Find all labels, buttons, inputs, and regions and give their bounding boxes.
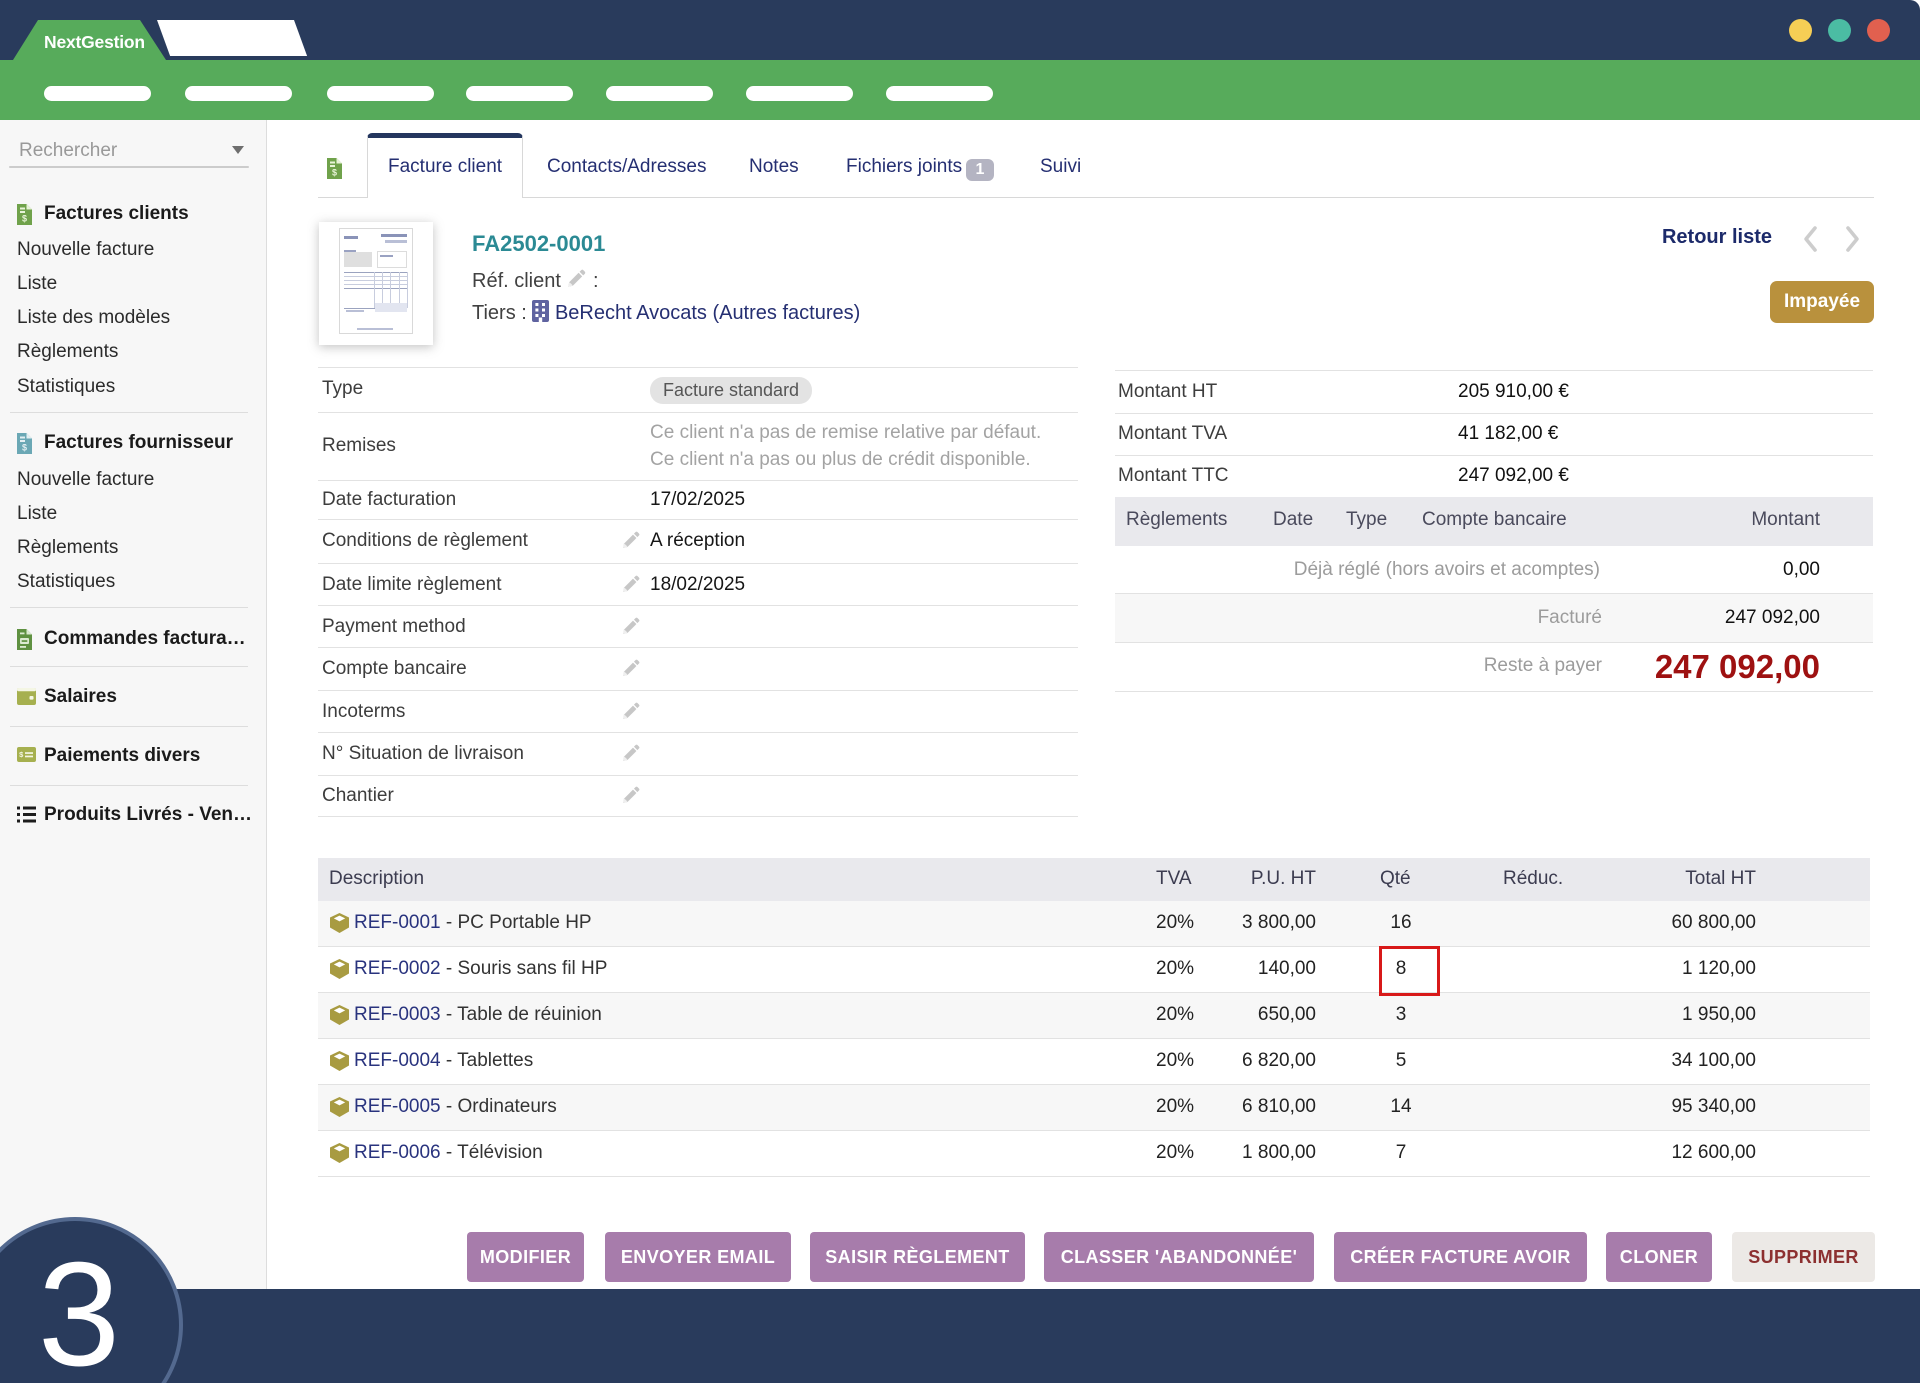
svg-text:$: $ — [22, 443, 27, 453]
svg-text:$: $ — [22, 214, 27, 224]
svg-text:$: $ — [332, 168, 337, 178]
